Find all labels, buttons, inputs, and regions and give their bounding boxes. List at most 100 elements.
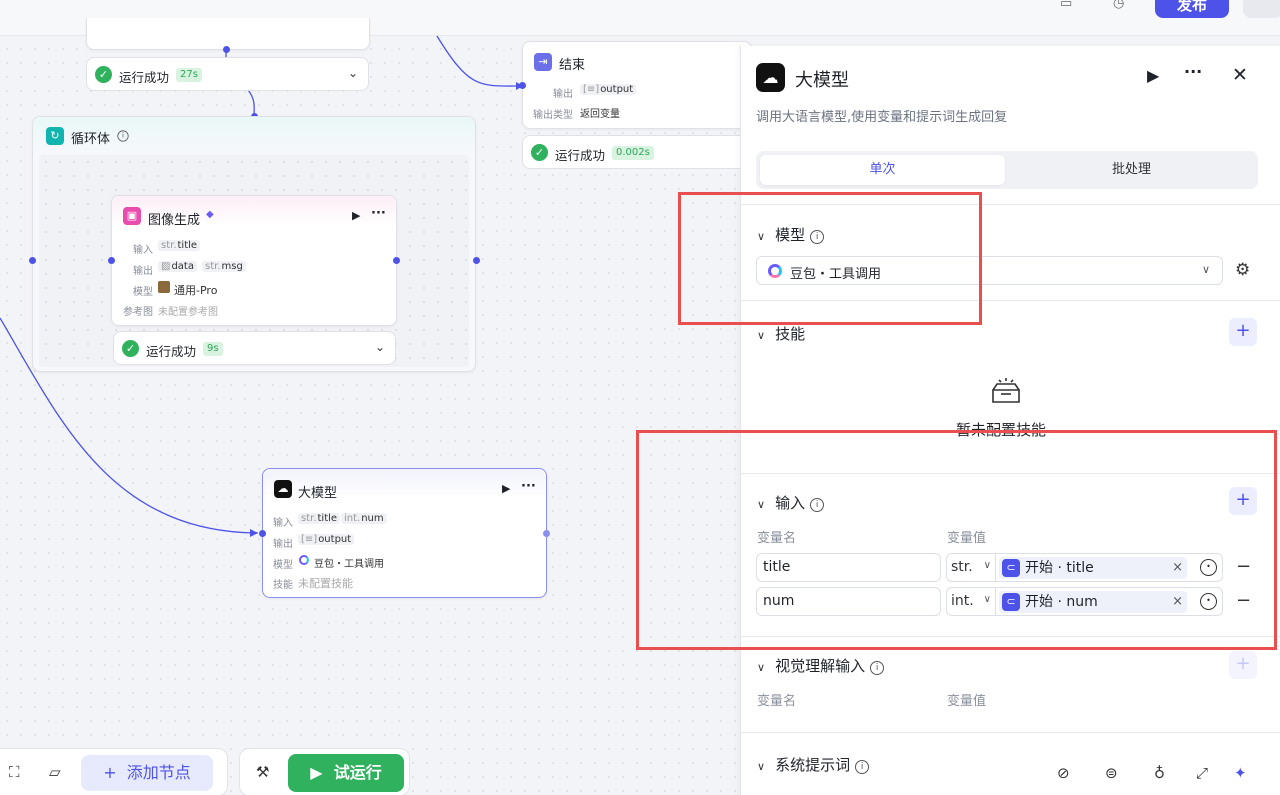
output-chip-msg: str.msg [202,261,246,272]
model-value: 豆包・工具调用 [314,559,384,570]
input-chip: str.title [158,240,201,251]
edge-to-end [436,35,523,87]
play-icon[interactable]: ▶ [502,482,510,495]
input-key: 输入 [273,518,293,529]
comment-icon[interactable]: ▱ [49,763,61,781]
sparkle-icon[interactable]: ✦ [1234,764,1247,782]
end-node-output-type-value: 返回变量 [580,109,620,120]
image-node-status[interactable]: ✓ 运行成功 9s ⌄ [113,331,396,365]
more-icon[interactable]: ··· [521,479,536,494]
end-node-status[interactable]: ✓ 运行成功 0.002s [522,135,752,169]
chevron-down-icon[interactable]: ⌄ [348,66,358,80]
play-icon[interactable]: ▶ [1147,66,1159,85]
output-chip-data: ▨data [158,261,197,272]
lightbulb-icon[interactable]: ♁ [1154,764,1165,782]
chevron-down-icon: ∨ [1201,263,1210,276]
port-dot[interactable] [259,530,266,537]
upstream-node[interactable] [86,18,370,50]
end-node-title: 结束 [559,58,586,73]
compass-icon[interactable]: ⊘ [1057,764,1070,782]
model-value: 通用-Pro [174,284,218,297]
test-run-button[interactable]: ▶ 试运行 [288,754,404,792]
port-dot[interactable] [393,257,400,264]
add-skill-button[interactable]: + [1229,318,1257,346]
loop-node-title: 循环体 [71,132,111,147]
port-dot[interactable] [108,257,115,264]
panel-description: 调用大语言模型,使用变量和提示词生成回复 [756,110,1008,125]
upstream-status[interactable]: ✓ 运行成功 27s ⌄ [86,57,369,91]
input-chip-title: str.title [298,513,341,524]
end-node[interactable]: ⇥ 结束 输出 [≡]output 输出类型 返回变量 [522,41,752,129]
output-key: 输出 [133,266,153,277]
llm-node[interactable]: ☁ 大模型 ▶ ··· 输入 str.title int.num 输出 [≡]o… [262,468,547,598]
port-dot[interactable] [29,257,36,264]
system-prompt-section-title[interactable]: ∨ 系统提示词 i [757,754,870,775]
bottom-toolbar-left: ⛶ ▱ + 添加节点 [0,748,228,795]
image-node-title: 图像生成 [148,213,201,228]
port-dot[interactable] [223,46,230,53]
wrench-icon[interactable]: ⚒ [256,763,269,781]
end-node-icon: ⇥ [534,53,552,71]
success-icon: ✓ [122,340,139,357]
col-header-name: 变量名 [757,694,797,709]
tab-single[interactable]: 单次 [760,155,1005,185]
end-node-output-chip: [≡]output [580,84,637,95]
more-icon[interactable]: ··· [371,206,386,221]
play-icon[interactable]: ▶ [352,209,360,222]
highlight-box-model [678,192,982,325]
image-icon: ▣ [123,207,141,225]
status-time: 9s [203,342,223,356]
model-key: 模型 [133,287,153,298]
model-key: 模型 [273,560,293,571]
success-icon: ✓ [531,144,548,161]
expand-icon[interactable]: ⤢ [1196,764,1208,782]
gear-icon[interactable]: ⚙ [1235,260,1250,280]
port-dot[interactable] [519,82,526,89]
col-header-value: 变量值 [947,694,987,709]
input-key: 输入 [133,245,153,256]
node-config-panel: ☁ 大模型 ▶ ··· ✕ 调用大语言模型,使用变量和提示词生成回复 单次 批处… [740,46,1280,795]
port-dot[interactable] [473,257,480,264]
llm-icon: ☁ [756,63,785,92]
output-chip: [≡]output [298,534,355,545]
empty-box-icon [992,378,1020,403]
skill-value: 未配置技能 [298,577,353,590]
bottom-toolbar-right: ⚒ ▶ 试运行 [239,748,410,795]
doubao-logo-icon [299,555,309,565]
highlight-box-inputs [636,430,1277,650]
success-icon: ✓ [95,66,112,83]
status-time: 0.002s [612,146,654,160]
vision-section-title[interactable]: ∨ 视觉理解输入 i [757,655,885,676]
status-time: 27s [176,68,202,82]
tab-batch[interactable]: 批处理 [1009,155,1254,185]
status-label: 运行成功 [555,148,606,163]
mode-tabs: 单次 批处理 [756,151,1258,189]
info-icon: i [855,760,870,774]
loop-icon: ↻ [46,127,64,145]
ref-value: 未配置参考图 [158,307,218,318]
llm-icon: ☁ [274,480,292,498]
image-icon[interactable]: ⛶ [9,763,20,781]
ref-key: 参考图 [123,307,153,318]
input-chip-num: int.num [341,513,387,524]
diamond-icon: ◆ [206,209,214,220]
panel-title: 大模型 [795,70,849,91]
add-node-button[interactable]: + 添加节点 [81,755,213,791]
more-icon[interactable]: ··· [1184,62,1202,81]
end-node-output-key: 输出 [553,89,573,100]
info-icon[interactable]: i [117,130,129,142]
library-icon[interactable]: ⊜ [1105,764,1118,782]
skill-key: 技能 [273,580,293,591]
port-dot[interactable] [543,530,550,537]
end-node-output-type-key: 输出类型 [533,110,573,121]
model-thumb [158,281,170,293]
status-label: 运行成功 [119,70,170,85]
status-label: 运行成功 [146,344,197,359]
chevron-down-icon[interactable]: ⌄ [375,340,385,354]
output-key: 输出 [273,539,293,550]
image-gen-node[interactable]: ▣ 图像生成 ◆ ▶ ··· 输入 str.title 输出 ▨data str… [111,195,397,326]
info-icon: i [870,661,885,675]
skill-section-title[interactable]: ∨ 技能 [757,323,805,344]
close-icon[interactable]: ✕ [1232,64,1248,86]
add-vision-input-button[interactable]: + [1229,651,1257,679]
